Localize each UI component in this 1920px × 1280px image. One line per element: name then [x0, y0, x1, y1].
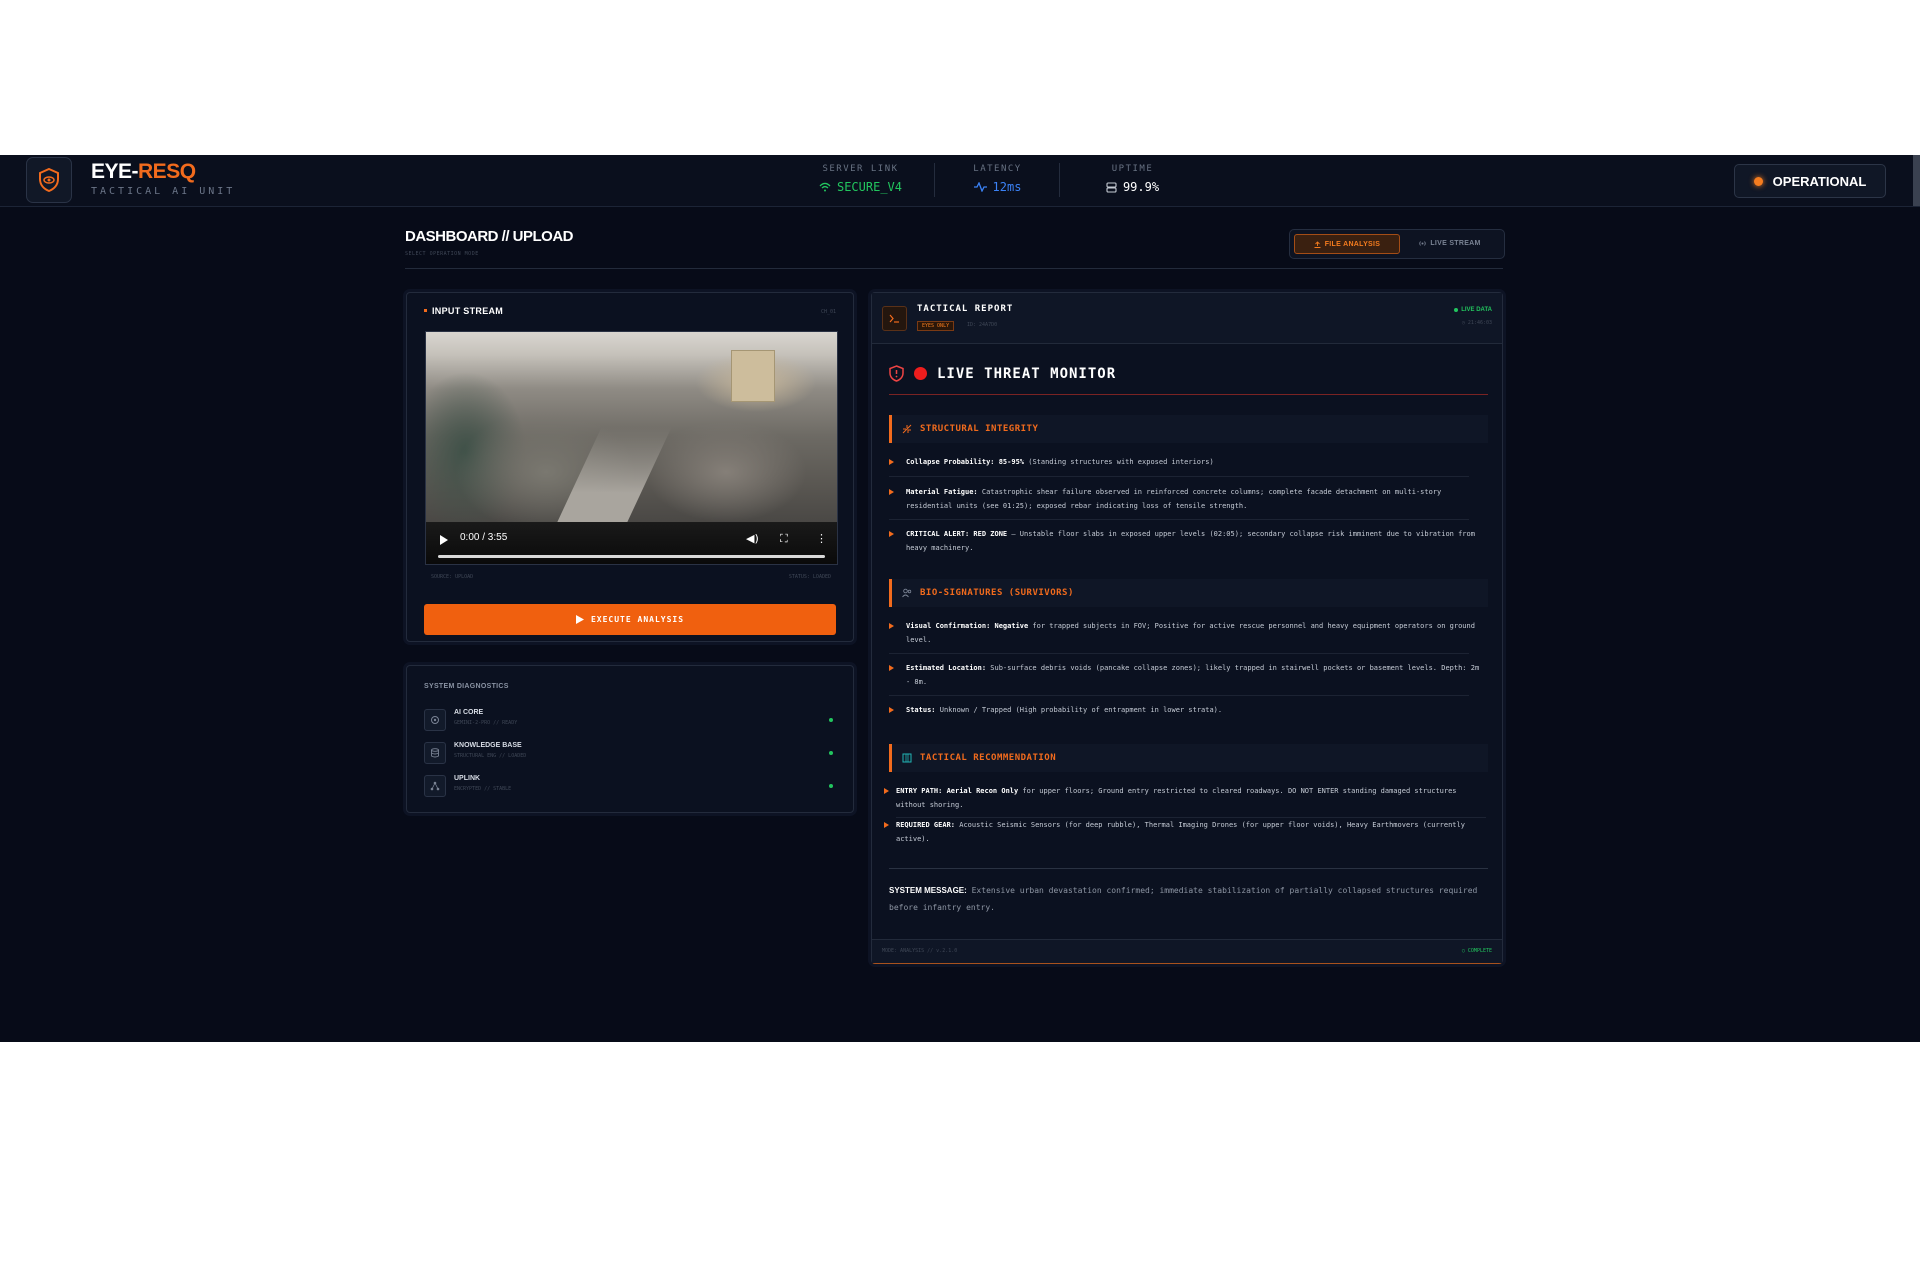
- shield-alert-icon: [889, 365, 904, 382]
- report-mode: MODE: ANALYSIS // v.2.1.0: [882, 948, 958, 954]
- bullet-arrow-icon: [889, 459, 894, 465]
- cpu-icon: [424, 709, 446, 731]
- fullscreen-icon[interactable]: ⛶: [780, 532, 788, 546]
- status-ok-icon: [829, 718, 833, 722]
- bullet-arrow-icon: [889, 623, 894, 629]
- more-options-icon[interactable]: ⋮: [816, 532, 827, 545]
- operational-status[interactable]: OPERATIONAL: [1734, 164, 1886, 198]
- stat-divider: [1059, 163, 1060, 197]
- stat-uptime: UPTIME 99.9%: [1080, 164, 1185, 194]
- status-ok-icon: [829, 751, 833, 755]
- bullet-arrow-icon: [889, 665, 894, 671]
- video-frame: [426, 332, 837, 537]
- video-status: STATUS: LOADED: [788, 574, 831, 580]
- header-divider: [405, 268, 1503, 269]
- tab-live-stream[interactable]: LIVE STREAM: [1402, 234, 1498, 252]
- database-icon: [424, 742, 446, 764]
- bullet-arrow-icon: [889, 489, 894, 495]
- brand: EYE-RESQ TACTICAL AI UNIT: [91, 160, 236, 198]
- report-id: ID: 24A7D0: [967, 322, 998, 328]
- section-structural-integrity: STRUCTURAL INTEGRITY: [889, 415, 1488, 443]
- status-dot-icon: [1753, 176, 1763, 186]
- page-subtitle: SELECT OPERATION MODE: [405, 251, 479, 257]
- bullet-arrow-icon: [889, 531, 894, 537]
- latency-value: 12ms: [992, 180, 1022, 194]
- status-ok-icon: [829, 784, 833, 788]
- video-time: 0:00 / 3:55: [460, 532, 508, 543]
- bullet-arrow-icon: [884, 822, 889, 828]
- system-message: SYSTEM MESSAGE: Extensive urban devastat…: [889, 886, 1478, 912]
- wifi-icon: [819, 182, 831, 192]
- brand-name: EYE-RESQ: [91, 160, 196, 183]
- play-icon: [575, 615, 584, 624]
- logo-badge: [26, 157, 72, 203]
- live-dot-icon: [1454, 308, 1459, 312]
- report-footer: MODE: ANALYSIS // v.2.1.0 ◯ COMPLETE: [872, 939, 1502, 963]
- stat-divider: [934, 163, 935, 197]
- video-source: SOURCE: UPLOAD: [431, 574, 474, 580]
- report-complete: ◯ COMPLETE: [1461, 948, 1492, 954]
- map-icon: [902, 753, 912, 763]
- diagnostics-title: SYSTEM DIAGNOSTICS: [424, 683, 509, 690]
- input-stream-card: INPUT STREAM CH_01 0:00 / 3:55 ◀) ⛶ ⋮ SO…: [406, 292, 854, 642]
- live-data-indicator: LIVE DATA: [1454, 307, 1492, 313]
- alert-dot-icon: [914, 367, 927, 380]
- video-progress-bar[interactable]: [438, 555, 825, 558]
- system-diagnostics-card: SYSTEM DIAGNOSTICS AI CORE GEMINI-2-PRO …: [406, 665, 854, 813]
- ruler-icon: [902, 424, 912, 434]
- volume-icon[interactable]: ◀): [746, 532, 759, 545]
- bullet-arrow-icon: [884, 788, 889, 794]
- server-link-value: SECURE_V4: [836, 180, 903, 194]
- system-message-divider: [889, 868, 1488, 869]
- network-icon: [424, 775, 446, 797]
- diag-knowledge-base: KNOWLEDGE BASE STRUCTURAL ENG // LOADED: [424, 742, 835, 766]
- threat-monitor-heading: LIVE THREAT MONITOR: [889, 365, 1116, 382]
- video-player[interactable]: 0:00 / 3:55 ◀) ⛶ ⋮: [425, 331, 838, 565]
- upload-icon: [1314, 240, 1321, 248]
- report-time: ◷ 21:46:03: [1461, 320, 1492, 326]
- mode-toggle: FILE ANALYSIS LIVE STREAM: [1289, 229, 1505, 259]
- channel-label: CH_01: [820, 309, 836, 315]
- users-icon: [902, 588, 912, 598]
- page-title: DASHBOARD // UPLOAD: [405, 228, 574, 245]
- server-icon: [1106, 181, 1117, 193]
- stat-latency: LATENCY 12ms: [973, 164, 1022, 194]
- diag-ai-core: AI CORE GEMINI-2-PRO // READY: [424, 709, 835, 733]
- top-bar: EYE-RESQ TACTICAL AI UNIT SERVER LINK SE…: [0, 155, 1920, 207]
- section-tactical-recommendation: TACTICAL RECOMMENDATION: [889, 744, 1488, 772]
- diag-uplink: UPLINK ENCRYPTED // STABLE: [424, 775, 835, 799]
- accent-marker: [424, 309, 427, 312]
- video-controls: 0:00 / 3:55 ◀) ⛶ ⋮: [426, 522, 837, 564]
- input-stream-title: INPUT STREAM: [432, 306, 504, 316]
- report-title: TACTICAL REPORT: [917, 304, 1014, 314]
- scrollbar[interactable]: [1913, 155, 1920, 206]
- execute-analysis-button[interactable]: EXECUTE ANALYSIS: [424, 604, 836, 635]
- app-shell: EYE-RESQ TACTICAL AI UNIT SERVER LINK SE…: [0, 155, 1920, 1042]
- terminal-icon: [882, 306, 907, 331]
- tab-file-analysis[interactable]: FILE ANALYSIS: [1294, 234, 1400, 254]
- play-icon[interactable]: [440, 535, 448, 545]
- broadcast-icon: [1419, 240, 1426, 246]
- uptime-value: 99.9%: [1122, 180, 1160, 194]
- activity-icon: [973, 182, 987, 192]
- section-bio-signatures: BIO-SIGNATURES (SURVIVORS): [889, 579, 1488, 607]
- monitor-divider: [889, 394, 1488, 395]
- shield-eye-icon: [39, 168, 59, 192]
- bullet-arrow-icon: [889, 707, 894, 713]
- stat-server-link: SERVER LINK SECURE_V4: [808, 164, 913, 194]
- brand-subtitle: TACTICAL AI UNIT: [91, 186, 236, 197]
- eyes-only-badge: EYES ONLY: [917, 321, 955, 331]
- tactical-report-card: TACTICAL REPORT EYES ONLY ID: 24A7D0 LIV…: [871, 292, 1503, 964]
- report-header: TACTICAL REPORT EYES ONLY ID: 24A7D0 LIV…: [872, 293, 1502, 344]
